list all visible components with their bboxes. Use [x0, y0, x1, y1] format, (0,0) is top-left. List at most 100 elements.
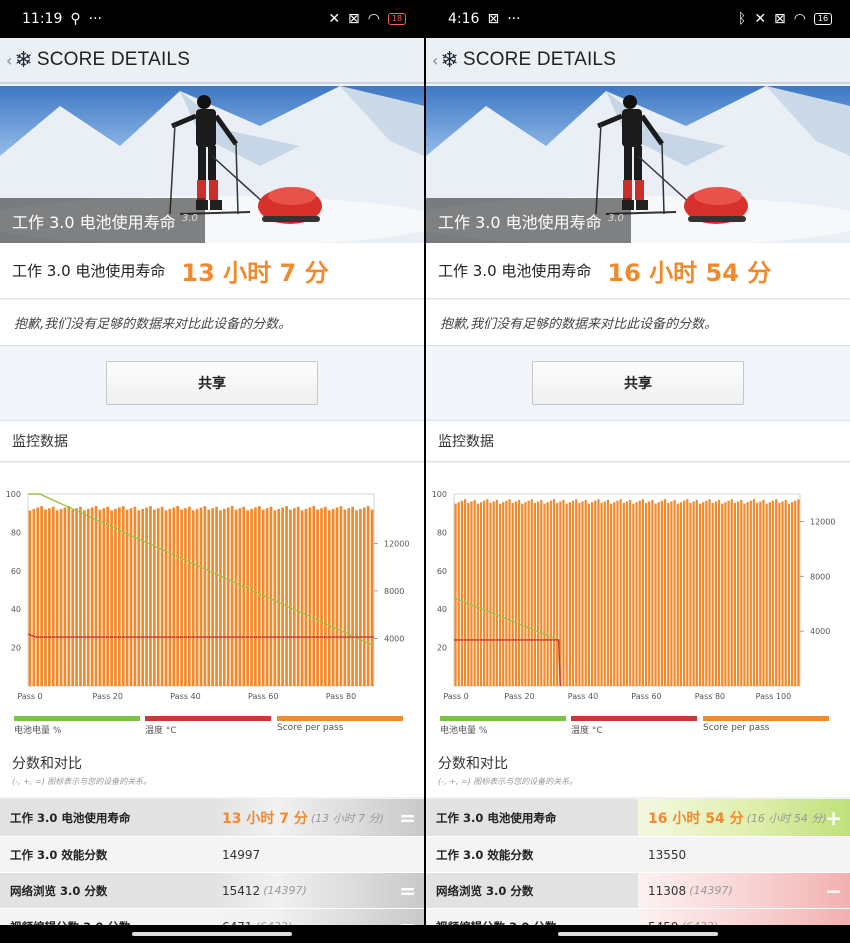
- score-bar: [778, 502, 781, 686]
- table-row[interactable]: 工作 3.0 电池使用寿命 16 小时 54 分 (16 小时 54 分) +: [426, 799, 850, 837]
- score-bar: [347, 508, 351, 686]
- home-indicator[interactable]: [132, 932, 292, 936]
- score-bar: [644, 502, 648, 686]
- y-left-tick-label: 40: [11, 605, 21, 614]
- score-bar: [215, 506, 218, 686]
- x-tick-label: Pass 20: [93, 692, 123, 701]
- share-button[interactable]: 共享: [106, 361, 318, 405]
- score-bar: [771, 500, 775, 686]
- share-button[interactable]: 共享: [532, 361, 744, 405]
- compare-subtitle: (-, +, =) 图标表示与您的设备的关系。: [12, 777, 152, 786]
- back-icon[interactable]: ‹: [6, 51, 12, 70]
- score-bar: [775, 499, 778, 686]
- y-left-tick-label: 40: [437, 605, 447, 614]
- page-title: SCORE DETAILS: [36, 49, 191, 70]
- phone-left: 11:19 ⚲ ··· ✕ ⊠ ◠ 18 ‹ ❄ SCORE DETAILS 工…: [0, 0, 424, 943]
- score-bar: [86, 508, 90, 686]
- table-row[interactable]: 网络浏览 3.0 分数 15412 (14397) =: [0, 873, 424, 909]
- status-bar: 11:19 ⚲ ··· ✕ ⊠ ◠ 18: [0, 0, 424, 38]
- score-bar: [359, 508, 362, 686]
- score-bar: [594, 500, 597, 686]
- compare-title: 分数和对比: [438, 756, 508, 772]
- score-bar: [746, 502, 749, 686]
- score-bar: [454, 503, 457, 686]
- score-bar: [797, 499, 800, 686]
- score-bar: [203, 506, 207, 686]
- score-bar: [787, 503, 791, 686]
- score-bar: [743, 503, 746, 686]
- score-bar: [51, 506, 55, 686]
- score-bar: [489, 502, 492, 686]
- hero-title: 工作 3.0 电池使用寿命: [12, 213, 176, 232]
- score-bar: [44, 509, 47, 686]
- back-icon[interactable]: ‹: [432, 51, 438, 70]
- compare-header: 分数和对比 (-, +, =) 图标表示与您的设备的关系。: [0, 745, 424, 797]
- score-bar: [740, 499, 743, 686]
- wifi-icon: ◠: [793, 11, 806, 27]
- score-bar: [714, 501, 717, 686]
- hero-version: 3.0: [182, 213, 198, 224]
- table-row[interactable]: 工作 3.0 效能分数 14997: [0, 837, 424, 873]
- legend-item-temperature: 温度 °C: [145, 716, 271, 736]
- score-bar: [752, 499, 756, 686]
- score-bar: [648, 501, 651, 686]
- logo-icon: ❄: [440, 47, 459, 73]
- score-bar: [616, 500, 619, 686]
- score-bar: [351, 506, 354, 686]
- score-bar: [597, 499, 600, 686]
- score-bar: [517, 499, 521, 686]
- score-bar: [90, 507, 94, 686]
- row-value: 16 小时 54 分 (16 小时 54 分) +: [638, 799, 850, 836]
- score-bar: [686, 499, 689, 686]
- score-bar: [164, 510, 168, 686]
- score-bar: [238, 508, 242, 686]
- score-label: 工作 3.0 电池使用寿命: [12, 262, 166, 280]
- hero-title: 工作 3.0 电池使用寿命: [438, 213, 602, 232]
- table-row[interactable]: 工作 3.0 效能分数 13550: [426, 837, 850, 873]
- score-bar: [254, 507, 257, 686]
- chart-legend: 电池电量 % 温度 °C Score per pass: [14, 716, 410, 740]
- y-left-tick-label: 20: [11, 644, 21, 653]
- score-bar: [36, 507, 40, 686]
- score-bar: [184, 508, 187, 686]
- score-bar: [289, 509, 292, 686]
- score-bar: [152, 509, 156, 686]
- score-bar: [692, 501, 695, 686]
- score-bar: [505, 500, 508, 686]
- app-header: ‹ ❄ SCORE DETAILS: [0, 38, 424, 84]
- score-bar: [568, 502, 571, 686]
- score-bar: [366, 506, 370, 686]
- x-tick-label: Pass 20: [504, 692, 534, 701]
- more-icon: ···: [88, 11, 102, 27]
- y-left-tick-label: 80: [11, 528, 21, 537]
- monitor-chart-svg: 20 40 60 80 100 4000 8000 12000 Pass 0 Pass 20 Pas…: [432, 490, 836, 701]
- app-header: ‹ ❄ SCORE DETAILS: [426, 38, 850, 84]
- home-indicator[interactable]: [558, 932, 718, 936]
- score-bar: [495, 499, 498, 686]
- score-bar: [619, 499, 622, 686]
- y-right-tick-label: 8000: [810, 572, 830, 581]
- score-bar: [199, 507, 203, 686]
- score-bar: [250, 508, 253, 686]
- table-row[interactable]: 工作 3.0 电池使用寿命 13 小时 7 分 (13 小时 7 分) =: [0, 799, 424, 837]
- score-bar: [83, 510, 86, 686]
- score-bar: [590, 502, 594, 686]
- score-bar: [79, 506, 82, 686]
- score-bar: [708, 499, 711, 686]
- score-bar: [629, 499, 632, 686]
- score-bar: [71, 509, 75, 686]
- score-bar: [635, 502, 638, 686]
- score-bar: [292, 508, 296, 686]
- score-bar: [530, 499, 533, 686]
- score-bar: [610, 503, 613, 686]
- score-bar: [587, 503, 591, 686]
- monitor-title: 监控数据: [426, 420, 850, 462]
- score-bar: [55, 510, 59, 686]
- score-bar: [584, 499, 587, 686]
- score-bar: [724, 502, 727, 686]
- score-bar: [59, 508, 63, 686]
- table-row[interactable]: 网络浏览 3.0 分数 11308 (14397) −: [426, 873, 850, 909]
- screens: 11:19 ⚲ ··· ✕ ⊠ ◠ 18 ‹ ❄ SCORE DETAILS 工…: [0, 0, 850, 943]
- score-bar: [749, 500, 752, 686]
- score-bar: [492, 501, 495, 686]
